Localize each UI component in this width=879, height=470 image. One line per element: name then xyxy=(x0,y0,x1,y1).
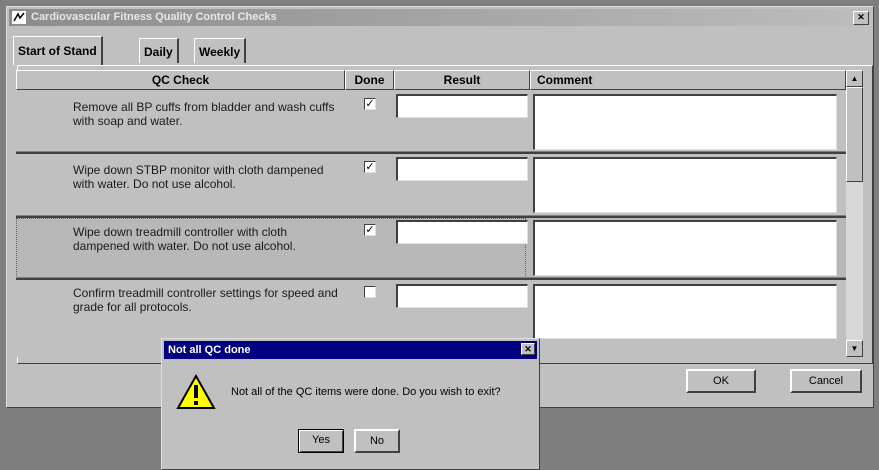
tab-daily[interactable]: Daily xyxy=(139,38,179,63)
window-close-button[interactable]: ✕ xyxy=(853,11,869,25)
result-field[interactable] xyxy=(396,157,528,181)
qc-check-text: Confirm treadmill controller settings fo… xyxy=(73,286,338,314)
warning-icon xyxy=(176,374,216,409)
result-field[interactable] xyxy=(396,220,528,244)
vertical-scrollbar[interactable]: ▲ ▼ xyxy=(846,70,863,357)
done-checkbox[interactable]: ✓ xyxy=(364,161,376,173)
comment-field[interactable] xyxy=(533,94,837,150)
header-qc-check[interactable]: QC Check xyxy=(16,70,345,90)
comment-field[interactable] xyxy=(533,157,837,213)
table-row[interactable]: Wipe down treadmill controller with clot… xyxy=(16,218,846,280)
tab-start-of-stand[interactable]: Start of Stand xyxy=(13,36,103,65)
dialog-message: Not all of the QC items were done. Do yo… xyxy=(231,386,501,398)
done-checkbox[interactable]: ✓ xyxy=(364,98,376,110)
dialog-title: Not all QC done xyxy=(164,341,537,359)
ok-button[interactable]: OK xyxy=(686,369,756,393)
dialog-close-button[interactable]: ✕ xyxy=(521,343,535,355)
header-done[interactable]: Done xyxy=(345,70,394,90)
cancel-button[interactable]: Cancel xyxy=(790,369,862,393)
table-row[interactable]: Wipe down STBP monitor with cloth dampen… xyxy=(16,154,846,218)
done-checkbox[interactable]: ✓ xyxy=(364,224,376,236)
app-icon xyxy=(12,11,26,24)
scroll-thumb[interactable] xyxy=(846,87,863,182)
result-field[interactable] xyxy=(396,94,528,118)
window-title: Cardiovascular Fitness Quality Control C… xyxy=(31,11,277,23)
header-comment[interactable]: Comment xyxy=(530,70,846,90)
qc-grid: QC Check Done Result Comment Remove all … xyxy=(16,70,846,357)
confirm-dialog: Not all QC done ✕ Not all of the QC item… xyxy=(161,338,540,470)
comment-field[interactable] xyxy=(533,284,837,339)
title-bar: Cardiovascular Fitness Quality Control C… xyxy=(9,9,871,26)
no-button[interactable]: No xyxy=(354,429,400,453)
qc-check-text: Remove all BP cuffs from bladder and was… xyxy=(73,100,335,128)
comment-field[interactable] xyxy=(533,220,837,276)
result-field[interactable] xyxy=(396,284,528,308)
yes-button[interactable]: Yes xyxy=(298,429,344,453)
qc-check-text: Wipe down STBP monitor with cloth dampen… xyxy=(73,163,324,191)
header-result[interactable]: Result xyxy=(394,70,530,90)
done-checkbox[interactable] xyxy=(364,286,376,298)
scroll-down-button[interactable]: ▼ xyxy=(846,340,863,357)
tab-weekly[interactable]: Weekly xyxy=(194,38,247,63)
table-row[interactable]: Remove all BP cuffs from bladder and was… xyxy=(16,90,846,154)
scroll-up-button[interactable]: ▲ xyxy=(846,70,863,87)
qc-check-text: Wipe down treadmill controller with clot… xyxy=(73,225,296,253)
